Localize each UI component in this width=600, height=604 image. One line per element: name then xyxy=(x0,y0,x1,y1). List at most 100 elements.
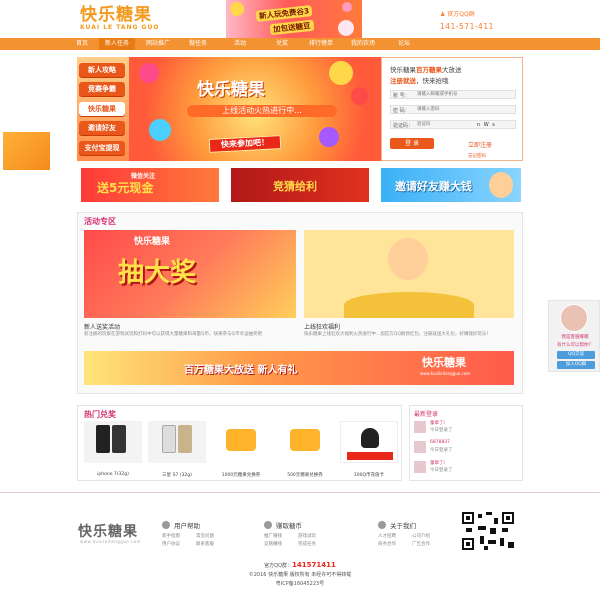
footer-link[interactable]: 公司介绍 xyxy=(412,533,430,539)
nav-item-newbie-tasks[interactable]: 新人任务 xyxy=(99,38,135,50)
balloon-icon xyxy=(149,119,171,141)
main-nav: 首页 新人任务 网站推广 做任务 活动 兑奖 排行榜单 我的农场 论坛 xyxy=(0,38,600,50)
join-qq-group-button[interactable]: 加入QQ群 xyxy=(557,361,595,369)
password-input[interactable] xyxy=(417,106,513,113)
nav-item-redeem[interactable]: 兑奖 xyxy=(270,38,294,50)
footer-col-help-title: 用户帮助 xyxy=(174,522,200,530)
product-label: 100Q币充值卡 xyxy=(353,473,385,478)
welfare-caption[interactable]: 上线狂欢福利 xyxy=(304,322,340,331)
nav-item-home[interactable]: 首页 xyxy=(70,38,94,50)
cartoon-face-icon xyxy=(489,172,513,198)
lottery-caption[interactable]: 新人送奖活动 xyxy=(84,322,120,331)
list-item[interactable]: 6878837 今日登录了 xyxy=(414,440,520,458)
qr-code-icon xyxy=(462,512,514,550)
service-avatar xyxy=(560,304,588,332)
balloon-icon xyxy=(319,127,339,147)
qq-group-label: ♟ 官方QQ群 xyxy=(440,11,475,18)
nav-item-activities[interactable]: 活动 xyxy=(228,38,252,50)
promo-row: 微信关注 送5元现金 竞猜给利 邀请好友赚大钱 xyxy=(77,168,523,202)
promo-wechat-cash[interactable]: 微信关注 送5元现金 xyxy=(81,168,219,202)
qq-chat-button[interactable]: QQ交谈 xyxy=(557,351,595,359)
product-qcoin-card[interactable] xyxy=(340,421,398,463)
footer-link[interactable]: 用户协议 xyxy=(162,541,180,547)
service-line-1: 我是客服嘟嘟 xyxy=(561,335,589,340)
side-item-happy-candy[interactable]: 快乐糖果 xyxy=(79,102,125,116)
side-item-alipay[interactable]: 支付宝提现 xyxy=(79,141,125,155)
hot-exchange-section: 热门兑奖 iphone 7(32g) 三星 S7 (32g) 1000元糖果兑换… xyxy=(77,405,402,481)
nav-item-promote[interactable]: 网站推广 xyxy=(140,38,176,50)
user-icon xyxy=(378,521,386,529)
hero-banner[interactable]: 快乐糖果 上线活动火热进行中... 快来参加吧！ xyxy=(129,57,381,161)
login-button[interactable]: 登 录 xyxy=(390,138,434,149)
lottery-banner[interactable]: 快乐糖果 抽大奖 xyxy=(84,230,296,318)
side-item-invite[interactable]: 邀请好友 xyxy=(79,121,125,135)
coins-pile-icon xyxy=(344,292,474,318)
footer-logo[interactable]: 快乐糖果 xyxy=(78,521,138,541)
nav-item-my-farm[interactable]: 我的农场 xyxy=(348,38,378,50)
footer-link[interactable]: 竞猜赚钱 xyxy=(264,541,282,547)
captcha-input[interactable] xyxy=(417,121,469,128)
promo-invite[interactable]: 邀请好友赚大钱 xyxy=(381,168,521,202)
captcha-image[interactable]: n W s xyxy=(477,122,496,128)
product-500-voucher[interactable] xyxy=(276,421,334,463)
footer-qq-number[interactable]: 141571411 xyxy=(292,561,336,569)
footer-link[interactable]: 商务合作 xyxy=(378,541,396,547)
side-item-guide[interactable]: 新人攻略 xyxy=(79,63,125,77)
product-iphone[interactable] xyxy=(84,421,142,463)
header-promo-banner[interactable]: 新人玩免费谷3 加包送糖豆 xyxy=(226,0,362,38)
user-status: 今日登录了 xyxy=(430,448,453,453)
footer-icp[interactable]: 粤ICP备16045223号 xyxy=(0,580,600,587)
list-item[interactable]: 童章了i 今日登录了 xyxy=(414,460,520,478)
launch-welfare-banner[interactable] xyxy=(304,230,514,318)
product-label: iphone 7(32g) xyxy=(97,472,129,477)
account-input[interactable] xyxy=(417,91,513,98)
footer-link[interactable]: 人才招聘 xyxy=(378,533,396,539)
user-name: 6878837 xyxy=(430,440,451,445)
account-label: 账 号： xyxy=(393,93,410,99)
nav-item-do-tasks[interactable]: 做任务 xyxy=(184,38,212,50)
site-logo[interactable]: 快乐糖果 KUAI LE TANG GUO xyxy=(80,6,168,32)
nav-item-forum[interactable]: 论坛 xyxy=(392,38,416,50)
footer-qq: 官方QQ群：141571411 xyxy=(264,561,336,569)
product-samsung[interactable] xyxy=(148,421,206,463)
balloon-icon xyxy=(342,2,352,12)
help-icon xyxy=(162,521,170,529)
list-item[interactable]: 童章了i 今日登录了 xyxy=(414,420,520,438)
activity-title: 活动专区 xyxy=(84,217,116,226)
avatar xyxy=(414,421,426,433)
product-label: 1000元糖果兑换券 xyxy=(221,473,261,478)
login-panel: 快乐糖果百万糖果大放送 注册就送，快来抢哦 账 号： 密 码： 验证码： n W… xyxy=(381,57,523,161)
candy-promo-strip[interactable]: 百万糖果大放送 新人有礼 快乐糖果 www.kuaileitangguo.com xyxy=(84,351,514,385)
join-now-button[interactable]: 快来参加吧！ xyxy=(208,135,282,153)
latest-login-title: 最新登录 xyxy=(414,411,439,418)
product-1000-voucher[interactable] xyxy=(212,421,270,463)
lottery-description: 新注册的玩家在游戏试玩和打码中可以获得大量糖果和海量Q币，快来参与Q币幸运抽奖吧 xyxy=(84,332,263,337)
footer-link[interactable]: 游戏试玩 xyxy=(298,533,316,539)
promo-main: 送5元现金 xyxy=(97,181,154,195)
balloon-icon xyxy=(230,2,244,16)
footer-link[interactable]: 完成任务 xyxy=(298,541,316,547)
forgot-password-link[interactable]: 忘记密码 xyxy=(468,153,486,159)
footer-link[interactable]: 新手指南 xyxy=(162,533,180,539)
floating-customer-service: 我是客服嘟嘟 有什么可以帮你？ QQ交谈 加入QQ群 xyxy=(548,300,600,372)
qq-penguin-icon xyxy=(361,428,379,448)
login-headline: 快乐糖果百万糖果大放送 xyxy=(390,66,462,74)
banner-line-1: 新人玩免费谷3 xyxy=(255,5,313,22)
footer-link[interactable]: 常见问题 xyxy=(196,533,214,539)
footer-link[interactable]: 广告合作 xyxy=(412,541,430,547)
qq-group-number: 141-571-411 xyxy=(440,22,494,31)
header-qq-group[interactable]: ♟ 官方QQ群 141-571-411 xyxy=(440,9,520,31)
register-link[interactable]: 立即注册 xyxy=(468,140,492,149)
nav-item-leaderboard[interactable]: 排行榜单 xyxy=(306,38,336,50)
activity-section: 活动专区 快乐糖果 抽大奖 新人送奖活动 新注册的玩家在游戏试玩和打码中可以获得… xyxy=(77,212,523,394)
promo-main: 邀请好友赚大钱 xyxy=(395,180,472,193)
footer-link[interactable]: 联系客服 xyxy=(196,541,214,547)
footer-link[interactable]: 推广赚钱 xyxy=(264,533,282,539)
floating-left-ad[interactable] xyxy=(3,132,50,170)
lottery-brand: 快乐糖果 xyxy=(134,237,171,247)
service-line-2: 有什么可以帮你？ xyxy=(557,343,593,348)
promo-guess[interactable]: 竞猜给利 xyxy=(231,168,369,202)
user-name: 童章了i xyxy=(430,461,445,466)
banner-line-2: 加包送糖豆 xyxy=(269,19,314,36)
side-item-contest[interactable]: 竞赛争霸 xyxy=(79,82,125,96)
